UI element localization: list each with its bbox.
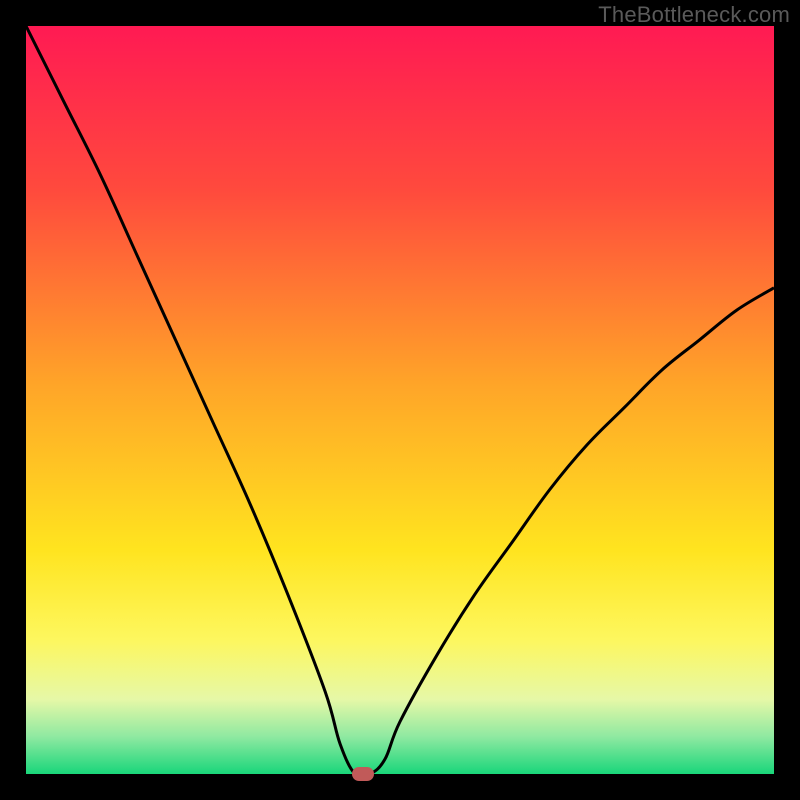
chart-frame: TheBottleneck.com [0,0,800,800]
watermark-text: TheBottleneck.com [598,2,790,28]
plot-area [26,26,774,774]
bottleneck-curve [26,26,774,774]
optimal-point-marker [352,767,374,781]
